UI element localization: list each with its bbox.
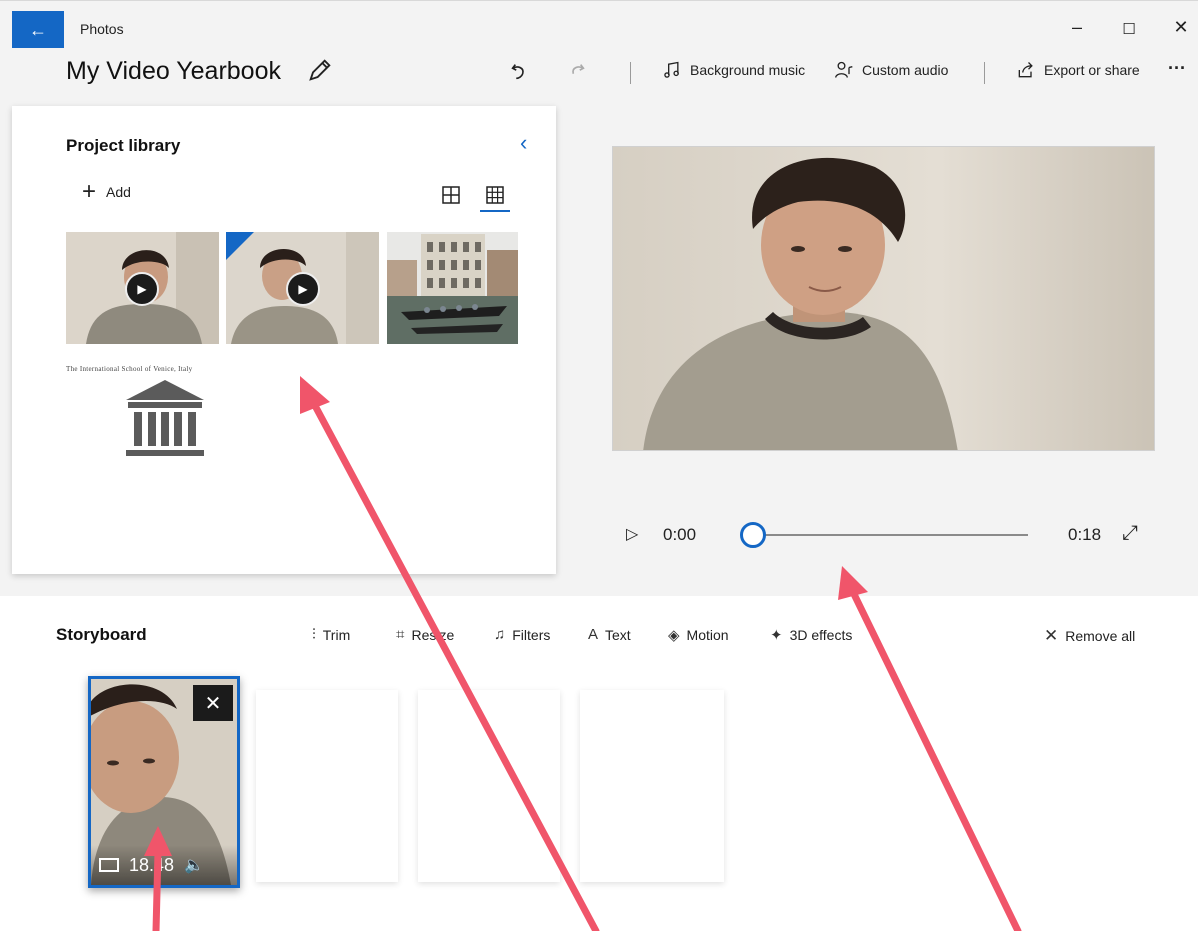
remove-all-label: Remove all [1065, 628, 1136, 644]
trim-label: Trim [322, 626, 351, 643]
toolbar-separator [984, 62, 985, 84]
text-icon: A [588, 626, 599, 643]
current-time: 0:00 [663, 525, 697, 544]
clip-duration: 18.48 [129, 854, 175, 875]
resize-label: Resize [411, 626, 455, 643]
music-note-icon [664, 61, 679, 78]
storyboard-empty-slot[interactable] [580, 690, 724, 882]
small-grid-view-icon[interactable] [484, 184, 506, 206]
project-header: My Video Yearbook Background music Custo… [0, 48, 1198, 96]
toolbar-separator [630, 62, 631, 84]
motion-button[interactable]: ◈ Motion [668, 626, 729, 644]
boy-video-frame-image [613, 147, 1154, 450]
play-button[interactable]: ▷ [626, 524, 638, 544]
3d-effects-icon: ✦ [770, 627, 783, 644]
background-music-label: Background music [690, 62, 806, 78]
school-name-caption: The International School of Venice, Ital… [66, 365, 193, 373]
total-time: 0:18 [1068, 525, 1102, 544]
filters-icon: ♫ [494, 626, 506, 643]
close-icon: ✕ [1044, 626, 1059, 645]
active-view-indicator [480, 210, 510, 212]
minimize-button[interactable]: – [1062, 17, 1092, 38]
export-share-button[interactable]: Export or share [1016, 60, 1140, 80]
project-title: My Video Yearbook [66, 57, 281, 85]
arrow-left-icon: ← [29, 19, 47, 40]
motion-label: Motion [686, 627, 729, 643]
remove-clip-button[interactable]: ✕ [193, 685, 233, 721]
library-video-thumbnail[interactable]: ▶ [66, 232, 219, 344]
maximize-button[interactable]: ☐ [1114, 20, 1144, 38]
expand-icon[interactable]: ⤢ [1122, 522, 1138, 545]
custom-audio-button[interactable]: Custom audio [834, 60, 948, 80]
text-label: Text [605, 626, 631, 643]
text-button[interactable]: A Text [588, 626, 631, 643]
seek-slider-handle[interactable] [740, 522, 766, 548]
trim-icon: ⫶ [312, 626, 316, 643]
3d-effects-label: 3D effects [789, 627, 853, 643]
add-media-button[interactable]: + Add [82, 178, 131, 205]
more-options-button[interactable]: ··· [1168, 58, 1186, 79]
video-preview[interactable] [612, 146, 1155, 451]
volume-icon[interactable]: 🔈 [184, 855, 204, 875]
film-strip-icon [99, 858, 119, 872]
pencil-icon[interactable] [306, 56, 334, 84]
library-video-thumbnail-selected[interactable]: ▶ [226, 232, 379, 344]
library-photo-thumbnail[interactable] [387, 232, 518, 344]
trim-button[interactable]: ⫶ Trim [312, 626, 350, 643]
title-bar: ← Photos – ☐ ✕ [0, 0, 1198, 49]
custom-audio-label: Custom audio [862, 62, 949, 78]
storyboard-empty-slot[interactable] [418, 690, 560, 882]
large-grid-view-icon[interactable] [440, 184, 462, 206]
filters-button[interactable]: ♫ Filters [494, 626, 550, 643]
storyboard-title: Storyboard [56, 625, 147, 644]
project-library-title: Project library [66, 136, 181, 155]
venice-canal-image [387, 232, 518, 344]
background-music-button[interactable]: Background music [662, 60, 805, 80]
resize-icon: ⌗ [396, 626, 405, 643]
remove-all-button[interactable]: ✕ Remove all [1044, 626, 1135, 646]
add-label: Add [106, 184, 131, 200]
play-overlay-icon: ▶ [125, 272, 159, 306]
used-in-project-marker [226, 232, 254, 260]
close-button[interactable]: ✕ [1166, 17, 1196, 38]
redo-icon[interactable] [566, 60, 588, 82]
export-share-label: Export or share [1044, 62, 1140, 78]
person-audio-icon [835, 61, 853, 78]
motion-icon: ◈ [668, 627, 680, 644]
clip-info-bar: 18.48 🔈 [91, 845, 237, 885]
undo-icon[interactable] [508, 60, 530, 82]
storyboard-empty-slot[interactable] [256, 690, 398, 882]
school-building-logo-icon[interactable] [120, 378, 210, 460]
back-button[interactable]: ← [12, 11, 64, 49]
app-title: Photos [80, 21, 124, 37]
3d-effects-button[interactable]: ✦ 3D effects [770, 626, 852, 644]
plus-icon: + [82, 178, 97, 205]
play-overlay-icon: ▶ [286, 272, 320, 306]
share-icon [1018, 62, 1033, 78]
storyboard-clip[interactable]: ✕ 18.48 🔈 [88, 676, 240, 888]
seek-track[interactable] [752, 534, 1028, 536]
filters-label: Filters [512, 626, 551, 643]
resize-button[interactable]: ⌗ Resize [396, 626, 454, 643]
collapse-library-button[interactable]: ‹ [520, 130, 527, 156]
